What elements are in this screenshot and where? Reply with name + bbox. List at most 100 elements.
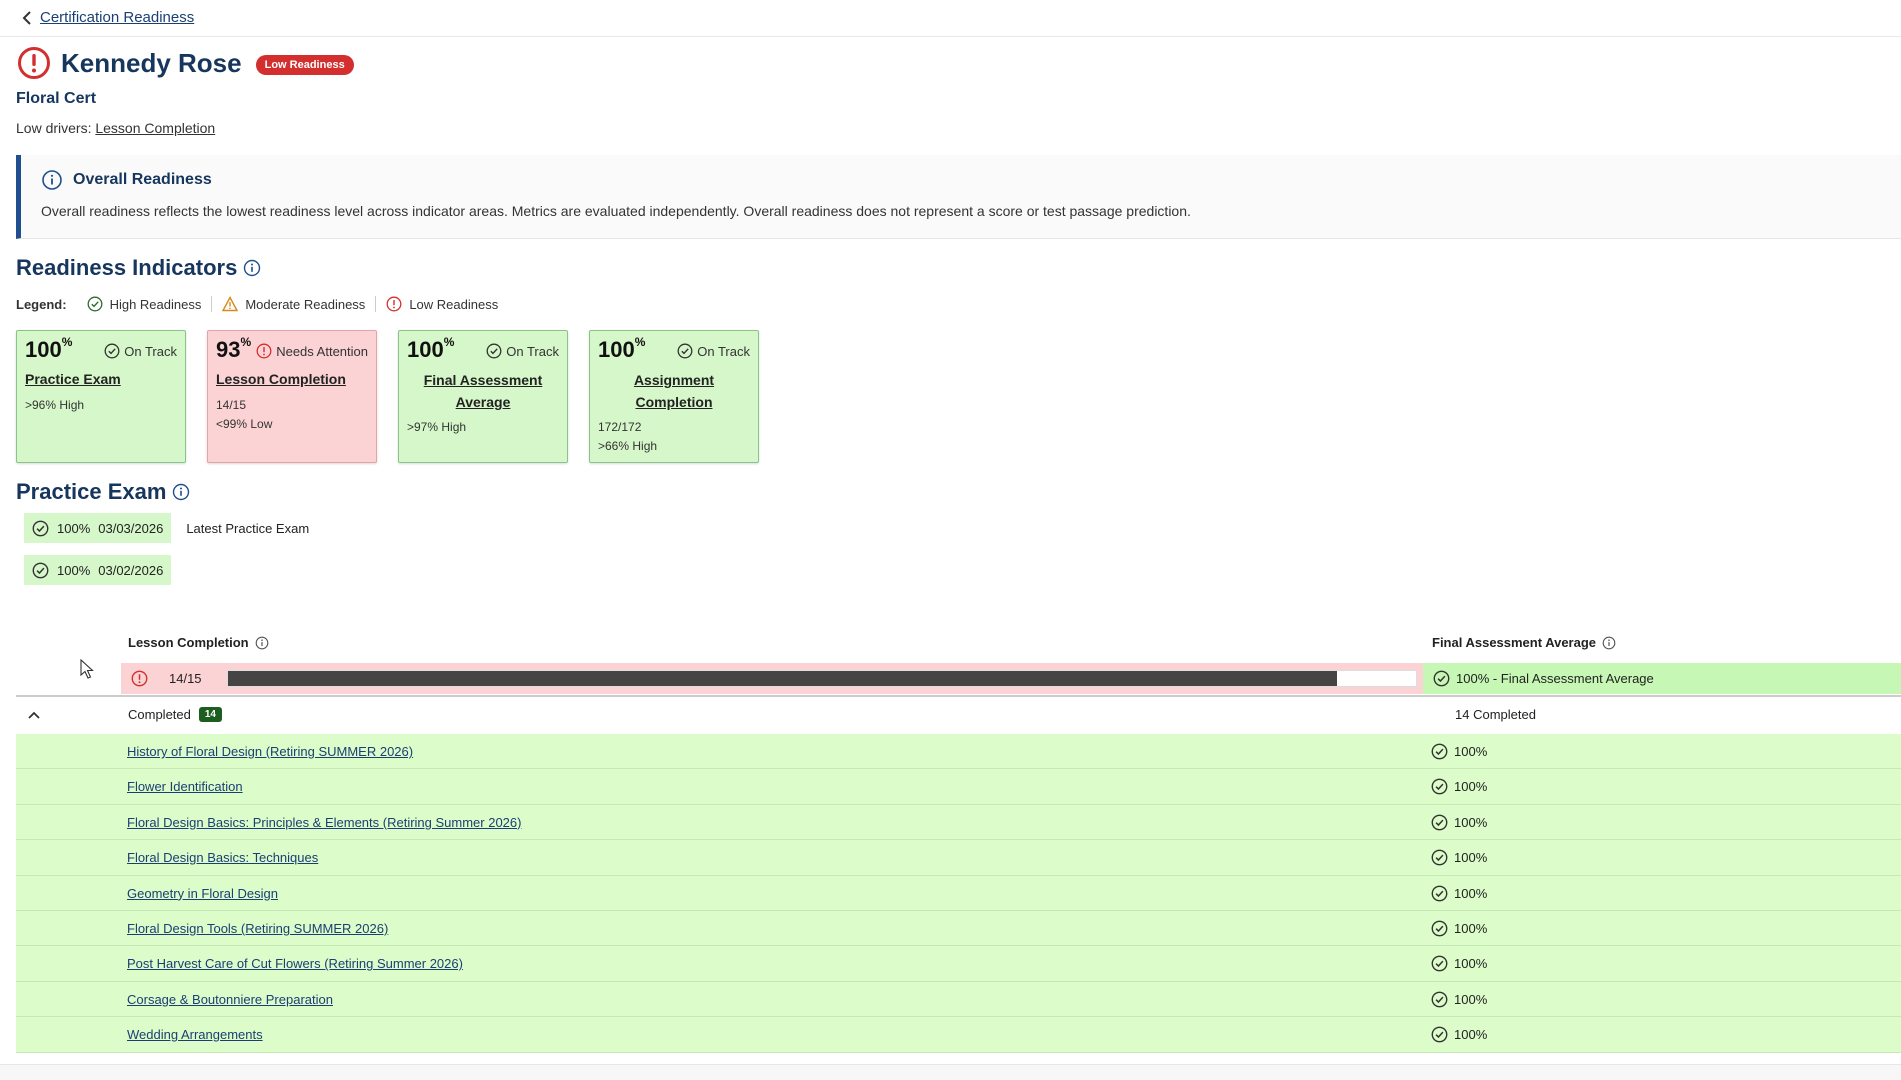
- lesson-progress-row: 14/15: [121, 663, 1423, 694]
- lesson-score: 100%: [1431, 743, 1487, 760]
- info-icon[interactable]: [255, 636, 269, 650]
- chevron-up-icon[interactable]: [28, 710, 40, 720]
- practice-exam-score[interactable]: 100% 03/02/2026: [24, 555, 172, 585]
- lesson-completion-header: Lesson Completion: [128, 635, 269, 650]
- top-bar: Certification Readiness: [0, 0, 1901, 37]
- exam-date: 03/03/2026: [98, 520, 164, 536]
- lesson-link[interactable]: Corsage & Boutonniere Preparation: [127, 992, 333, 1007]
- lesson-score-value: 100%: [1454, 920, 1488, 936]
- lesson-row: Corsage & Boutonniere Preparation 100%: [16, 981, 1901, 1018]
- exam-score: 100%: [57, 520, 91, 536]
- readiness-indicators-title: Readiness Indicators: [16, 255, 261, 281]
- lesson-score-value: 100%: [1454, 814, 1488, 830]
- card-title[interactable]: Assignment Completion: [598, 369, 750, 413]
- check-circle-icon: [104, 343, 120, 359]
- practice-exam-heading: Practice Exam: [16, 479, 167, 504]
- lesson-row: History of Floral Design (Retiring SUMME…: [16, 734, 1901, 770]
- card-final-assessment[interactable]: 100% On Track Final Assessment Average >…: [398, 330, 568, 463]
- info-icon[interactable]: [1602, 636, 1616, 650]
- card-assignment-completion[interactable]: 100% On Track Assignment Completion 172/…: [589, 330, 759, 463]
- check-circle-icon: [1431, 955, 1448, 972]
- breadcrumb[interactable]: Certification Readiness: [22, 9, 194, 26]
- info-icon[interactable]: [243, 259, 261, 277]
- final-assessment-text: 100% - Final Assessment Average: [1456, 671, 1654, 686]
- check-circle-icon: [1431, 778, 1448, 795]
- lesson-link[interactable]: Floral Design Basics: Techniques: [127, 850, 318, 865]
- indicator-cards: 100% On Track Practice Exam >96% High 93…: [16, 330, 759, 463]
- lesson-link[interactable]: Flower Identification: [127, 779, 243, 794]
- card-meta: 14/15: [216, 398, 247, 412]
- info-icon: [42, 170, 62, 190]
- check-circle-icon: [1431, 885, 1448, 901]
- alert-icon: [256, 343, 272, 359]
- lesson-score: 100%: [1431, 778, 1487, 795]
- lesson-score-value: 100%: [1454, 885, 1488, 901]
- exam-date: 03/02/2026: [98, 562, 164, 578]
- final-assessment-header: Final Assessment Average: [1432, 635, 1616, 650]
- lesson-score: 100%: [1431, 885, 1487, 902]
- check-circle-icon: [486, 343, 502, 359]
- lesson-link[interactable]: Wedding Arrangements: [127, 1027, 263, 1042]
- lesson-score-value: 100%: [1454, 850, 1488, 866]
- legend-low-label: Low Readiness: [409, 296, 499, 312]
- check-circle-icon: [1431, 991, 1448, 1008]
- bottom-edge: [0, 1064, 1901, 1080]
- lesson-score: 100%: [1431, 955, 1487, 972]
- card-lesson-completion[interactable]: 93% Needs Attention Lesson Completion 14…: [207, 330, 377, 463]
- card-title[interactable]: Practice Exam: [25, 371, 177, 387]
- alert-icon: [18, 47, 50, 79]
- legend-moderate: Moderate Readiness: [212, 296, 377, 312]
- warning-triangle-icon: [222, 296, 239, 312]
- card-title[interactable]: Lesson Completion: [216, 371, 368, 387]
- lesson-score-value: 100%: [1454, 744, 1488, 759]
- completed-label-text: Completed: [128, 707, 191, 722]
- card-meta: <99% Low: [216, 417, 273, 431]
- lesson-row: Flower Identification 100%: [16, 769, 1901, 805]
- lesson-score: 100%: [1431, 920, 1487, 937]
- legend-high: High Readiness: [77, 296, 213, 312]
- lesson-score-value: 100%: [1454, 779, 1488, 795]
- lesson-link[interactable]: History of Floral Design (Retiring SUMME…: [127, 744, 413, 759]
- practice-exam-title: Practice Exam: [16, 479, 190, 505]
- card-practice-exam[interactable]: 100% On Track Practice Exam >96% High: [16, 330, 186, 463]
- chevron-left-icon[interactable]: [22, 10, 32, 25]
- lesson-link[interactable]: Post Harvest Care of Cut Flowers (Retiri…: [127, 956, 463, 971]
- lesson-row: Floral Design Basics: Principles & Eleme…: [16, 804, 1901, 841]
- lesson-row: Geometry in Floral Design 100%: [16, 875, 1901, 911]
- lesson-link[interactable]: Floral Design Basics: Principles & Eleme…: [127, 815, 521, 830]
- check-circle-icon: [677, 343, 693, 359]
- program-name: Floral Cert: [16, 90, 97, 107]
- check-circle-icon: [87, 296, 103, 312]
- check-circle-icon: [1431, 849, 1448, 866]
- card-title[interactable]: Final Assessment Average: [407, 369, 559, 413]
- readiness-indicators-heading: Readiness Indicators: [16, 255, 238, 280]
- legend-low: Low Readiness: [376, 296, 508, 312]
- legend-label: Legend:: [16, 296, 67, 312]
- completed-group-header[interactable]: Completed 14 14 Completed: [16, 698, 1901, 733]
- lesson-list: History of Floral Design (Retiring SUMME…: [16, 734, 1901, 1053]
- lesson-row: Floral Design Basics: Techniques 100%: [16, 840, 1901, 876]
- low-driver-link[interactable]: Lesson Completion: [95, 120, 215, 136]
- overall-readiness-text: Overall readiness reflects the lowest re…: [41, 203, 1191, 219]
- practice-exam-row[interactable]: 100% 03/03/2026 Latest Practice Exam: [24, 513, 309, 543]
- card-meta: 172/172: [598, 420, 642, 434]
- lesson-row: Post Harvest Care of Cut Flowers (Retiri…: [16, 946, 1901, 982]
- lesson-link[interactable]: Floral Design Tools (Retiring SUMMER 202…: [127, 921, 388, 936]
- lesson-link[interactable]: Geometry in Floral Design: [127, 886, 278, 901]
- lesson-score-value: 100%: [1454, 1027, 1488, 1043]
- lesson-row: Floral Design Tools (Retiring SUMMER 202…: [16, 910, 1901, 947]
- lesson-progress-fill: [228, 671, 1337, 686]
- info-icon[interactable]: [172, 483, 190, 501]
- completed-count-text: 14 Completed: [1455, 707, 1536, 722]
- final-assessment-header-label: Final Assessment Average: [1432, 635, 1597, 650]
- check-circle-icon: [1433, 670, 1450, 687]
- exam-score: 100%: [57, 562, 91, 578]
- student-name: Kennedy Rose: [61, 47, 242, 78]
- card-status: On Track: [104, 343, 177, 359]
- practice-exam-row[interactable]: 100% 03/02/2026: [24, 555, 172, 585]
- lesson-progress-count: 14/15: [169, 671, 202, 686]
- practice-exam-score[interactable]: 100% 03/03/2026: [24, 513, 172, 543]
- low-drivers: Low drivers: Lesson Completion: [16, 120, 215, 136]
- back-link[interactable]: Certification Readiness: [40, 9, 194, 26]
- check-circle-icon: [1431, 1026, 1448, 1043]
